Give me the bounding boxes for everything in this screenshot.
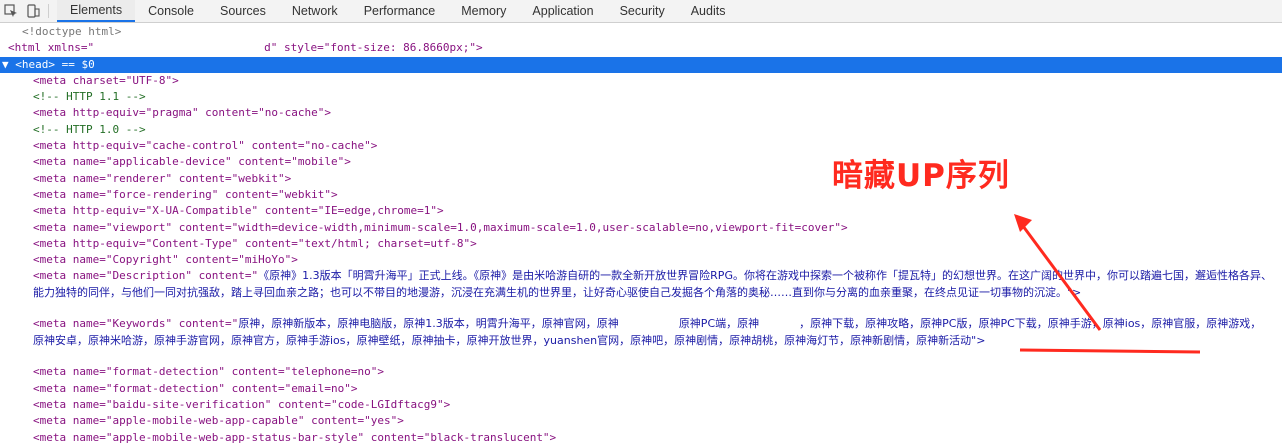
annotation-label: 暗藏UP序列 bbox=[832, 158, 1010, 194]
dom-node[interactable]: <meta name="apple-mobile-web-app-status-… bbox=[0, 430, 1282, 446]
meta-format-email: <meta name="format-detection" content="e… bbox=[33, 381, 358, 395]
meta-description-node[interactable]: <meta name="Description" content="《原神》1.… bbox=[0, 268, 1282, 316]
inspect-icon[interactable] bbox=[0, 0, 22, 22]
dom-node[interactable]: <meta name="format-detection" content="e… bbox=[0, 381, 1282, 397]
meta-renderer: <meta name="renderer" content="webkit"> bbox=[33, 171, 292, 185]
dom-node[interactable]: <!-- HTTP 1.1 --> bbox=[0, 89, 1282, 105]
tab-security[interactable]: Security bbox=[607, 0, 678, 22]
doctype-text: <!doctype html> bbox=[22, 25, 122, 38]
device-toolbar-icon[interactable] bbox=[22, 0, 44, 22]
tab-application[interactable]: Application bbox=[519, 0, 606, 22]
dom-node[interactable]: <meta http-equiv="cache-control" content… bbox=[0, 138, 1282, 154]
meta-web-app: <meta name="apple-mobile-web-app-capable… bbox=[33, 414, 404, 428]
dom-node[interactable]: <meta name="viewport" content="width=dev… bbox=[0, 220, 1282, 236]
tab-performance[interactable]: Performance bbox=[351, 0, 449, 22]
dom-tree: <!doctype html> <html xmlns=" d" style="f… bbox=[0, 24, 1282, 446]
redacted-block bbox=[94, 42, 265, 55]
meta-keywords-text-2: 原神PC端，原神 bbox=[678, 317, 760, 331]
meta-pragma: <meta http-equiv="pragma" content="no-ca… bbox=[33, 106, 332, 120]
meta-applicable-device: <meta name="applicable-device" content="… bbox=[33, 155, 351, 169]
meta-viewport: <meta name="viewport" content="width=dev… bbox=[33, 220, 848, 234]
html-open-end: d" style="font-size: 86.8660px;"> bbox=[264, 41, 483, 55]
dom-node[interactable]: <meta name="apple-mobile-web-app-capable… bbox=[0, 413, 1282, 429]
comment-http11: <!-- HTTP 1.1 --> bbox=[33, 90, 146, 104]
meta-format-telephone: <meta name="format-detection" content="t… bbox=[33, 365, 384, 379]
meta-keywords-prefix: <meta name="Keywords" content=" bbox=[33, 317, 239, 331]
meta-content-type: <meta http-equiv="Content-Type" content=… bbox=[33, 236, 477, 250]
dom-node[interactable]: <meta http-equiv="X-UA-Compatible" conte… bbox=[0, 203, 1282, 219]
dom-node[interactable]: <meta name="renderer" content="webkit"> bbox=[0, 171, 1282, 187]
doctype-line[interactable]: <!doctype html> bbox=[0, 24, 1282, 40]
meta-keywords-node[interactable]: <meta name="Keywords" content="原神，原神新版本，… bbox=[0, 316, 1282, 364]
meta-baidu: <meta name="baidu-site-verification" con… bbox=[33, 398, 451, 412]
dom-node[interactable]: <!-- HTTP 1.0 --> bbox=[0, 122, 1282, 138]
tab-memory[interactable]: Memory bbox=[448, 0, 519, 22]
tab-sources[interactable]: Sources bbox=[207, 0, 279, 22]
meta-force-rendering: <meta name="force-rendering" content="we… bbox=[33, 187, 338, 201]
meta-cache-control: <meta http-equiv="cache-control" content… bbox=[33, 139, 378, 153]
head-line-selected[interactable]: ▼ <head> == $0 bbox=[0, 56, 1282, 73]
html-line[interactable]: <html xmlns=" d" style="font-size: 86.866… bbox=[0, 40, 1282, 56]
toolbar-divider bbox=[48, 4, 49, 18]
meta-ua-compatible: <meta http-equiv="X-UA-Compatible" conte… bbox=[33, 204, 444, 218]
comment-http10: <!-- HTTP 1.0 --> bbox=[33, 122, 146, 136]
dom-node[interactable]: <meta name="force-rendering" content="we… bbox=[0, 187, 1282, 203]
tab-network[interactable]: Network bbox=[279, 0, 351, 22]
tab-audits[interactable]: Audits bbox=[678, 0, 739, 22]
meta-charset: <meta charset="UTF-8"> bbox=[33, 73, 179, 87]
dom-node[interactable]: <meta name="baidu-site-verification" con… bbox=[0, 397, 1282, 413]
dom-node[interactable]: <meta name="Copyright" content="miHoYo"> bbox=[0, 252, 1282, 268]
dom-node[interactable]: <meta http-equiv="Content-Type" content=… bbox=[0, 236, 1282, 252]
head-text: ▼ <head> == $0 bbox=[2, 57, 95, 71]
meta-description-prefix: <meta name="Description" content=" bbox=[33, 269, 259, 283]
dom-node[interactable]: <meta charset="UTF-8"> bbox=[0, 73, 1282, 89]
dom-node[interactable]: <meta name="applicable-device" content="… bbox=[0, 154, 1282, 170]
devtools-toolbar: Elements Console Sources Network Perform… bbox=[0, 0, 1282, 23]
tab-elements[interactable]: Elements bbox=[57, 0, 136, 22]
dom-node[interactable]: <meta http-equiv="pragma" content="no-ca… bbox=[0, 105, 1282, 121]
meta-copyright: <meta name="Copyright" content="miHoYo"> bbox=[33, 253, 298, 267]
tab-console[interactable]: Console bbox=[135, 0, 207, 22]
html-open-start: <html xmlns=" bbox=[8, 41, 95, 55]
dom-node[interactable]: <meta name="format-detection" content="t… bbox=[0, 364, 1282, 380]
meta-keywords-text-1: 原神，原神新版本，原神电脑版，原神1.3版本，明霄升海平，原神官网，原神 bbox=[238, 317, 619, 331]
